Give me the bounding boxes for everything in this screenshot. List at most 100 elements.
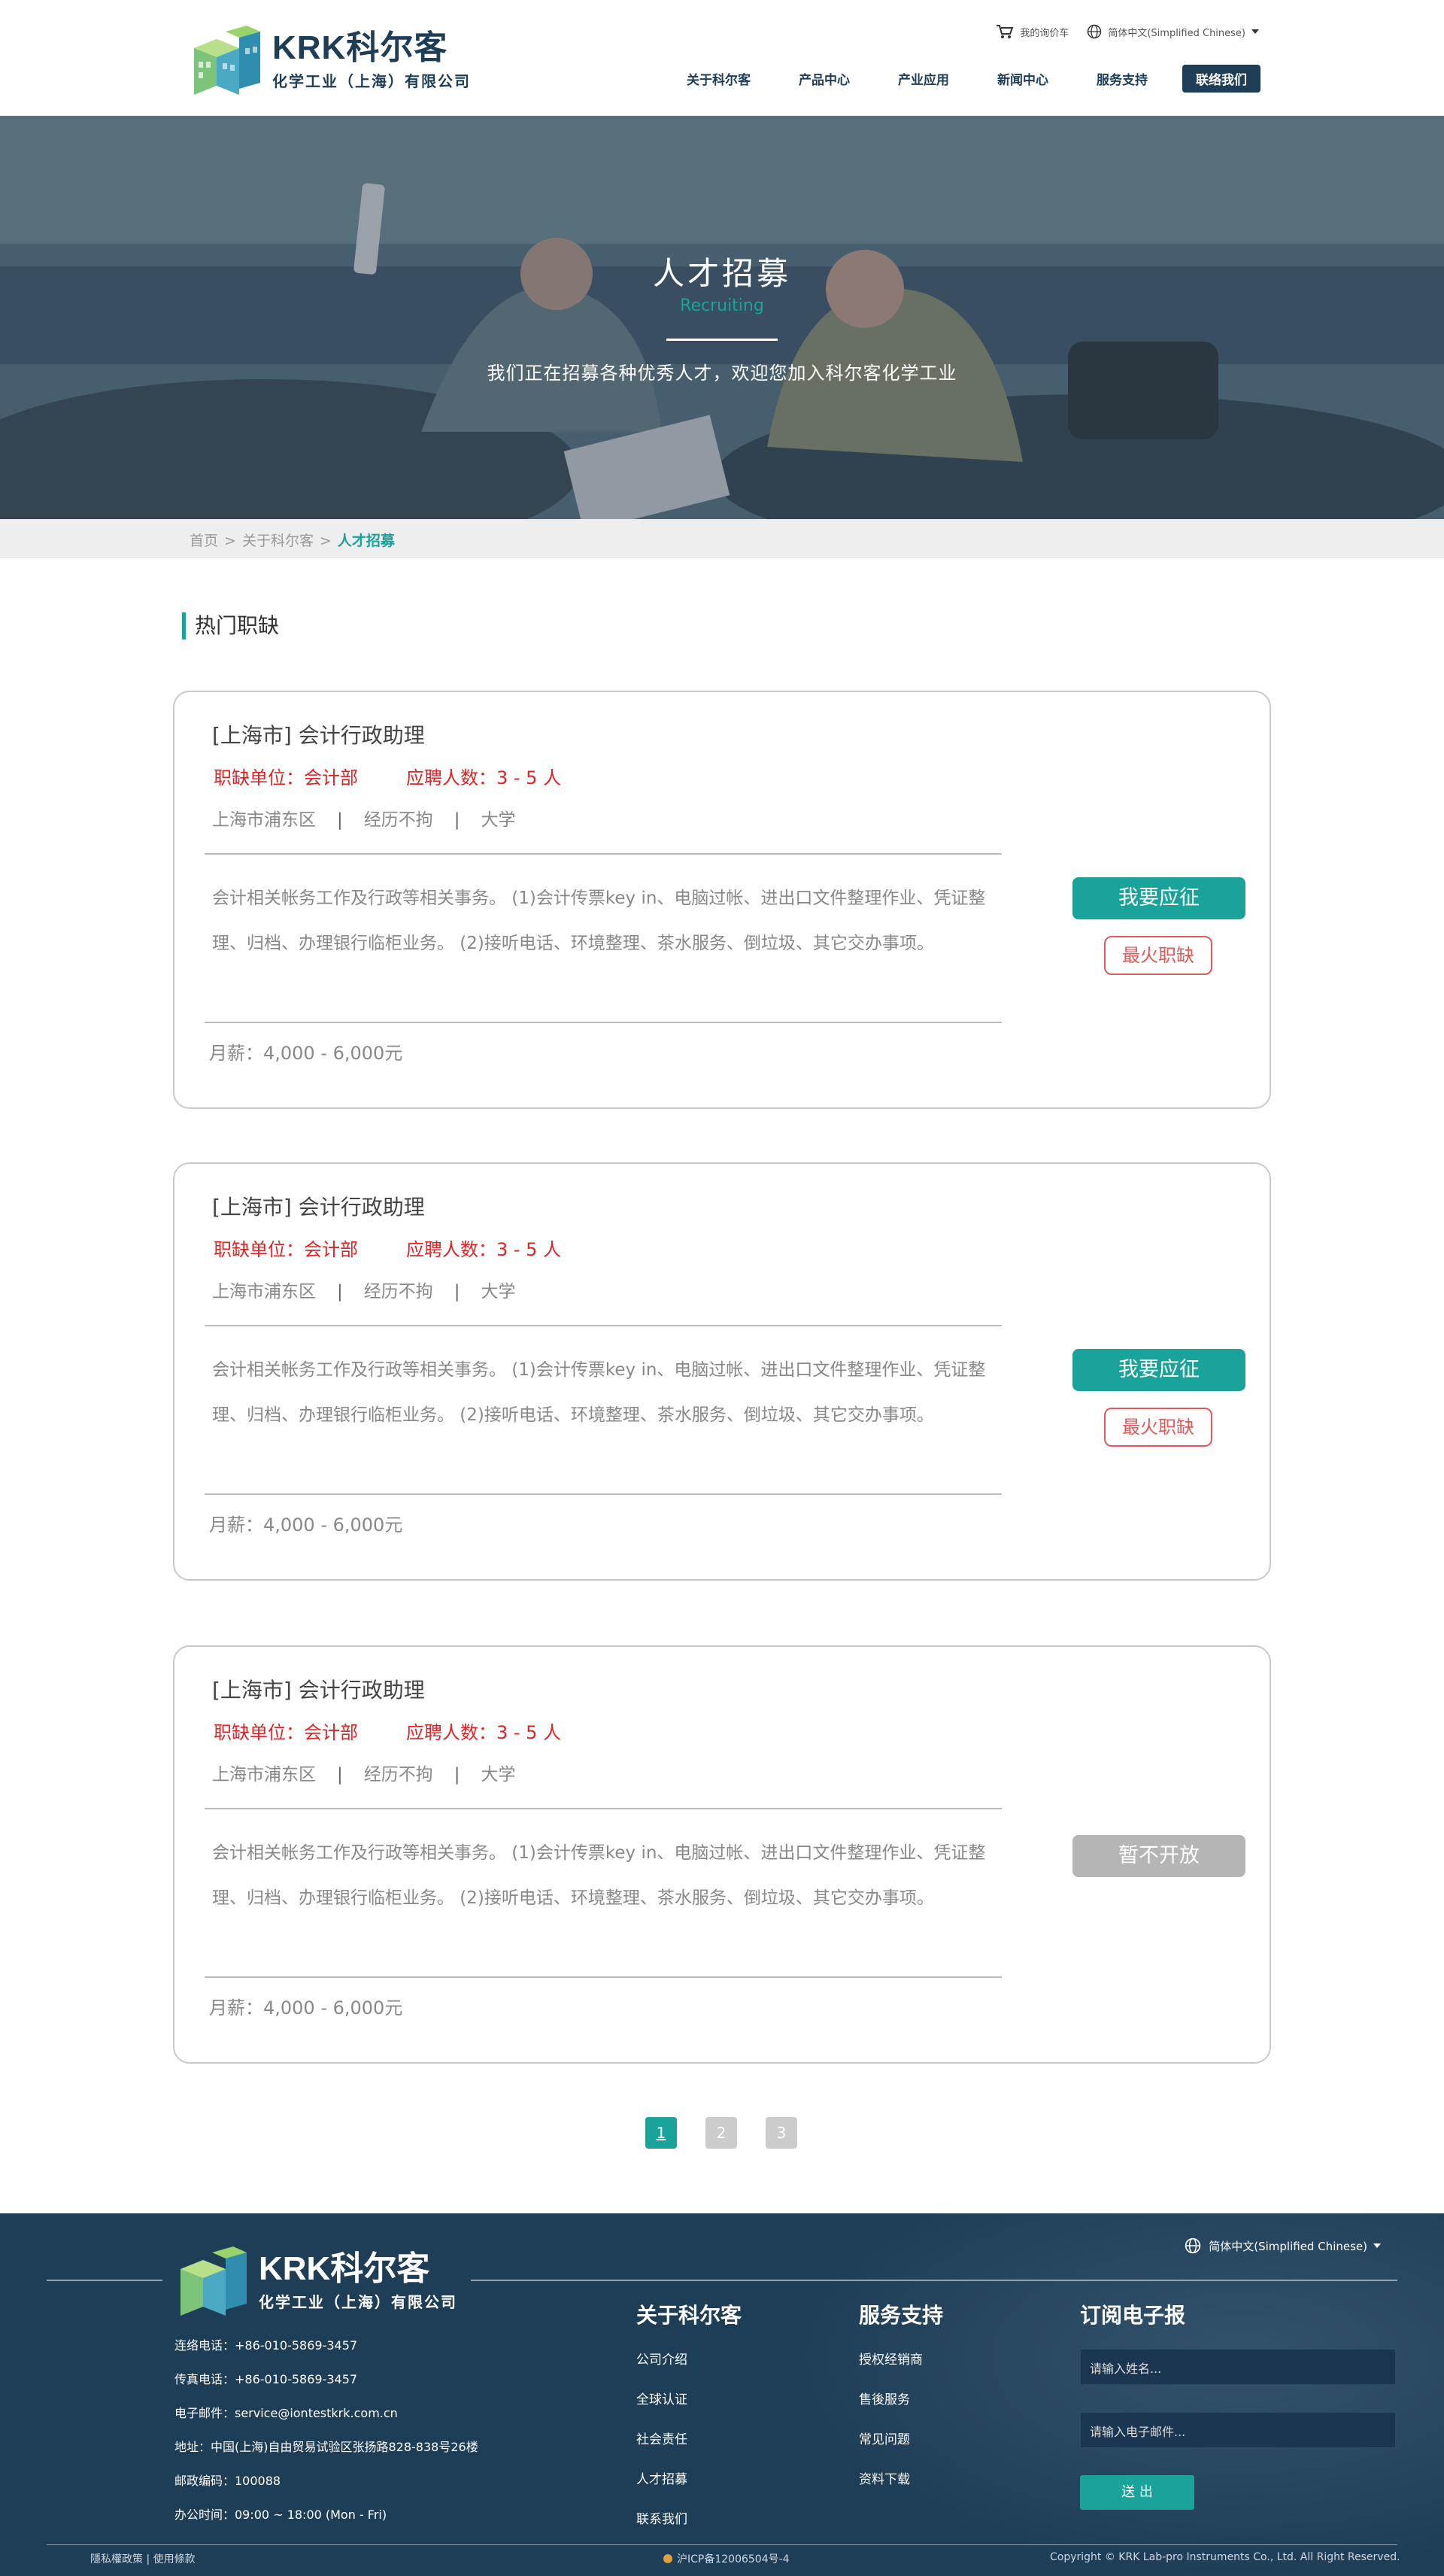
- hot-job-badge[interactable]: 最火职缺: [1104, 1408, 1212, 1447]
- footer-link-careers[interactable]: 人才招募: [636, 2468, 742, 2487]
- hero-description: 我们正在招募各种优秀人才，欢迎您加入科尔客化学工业: [487, 363, 957, 384]
- nav-item-industries[interactable]: 产业应用: [898, 69, 949, 88]
- divider: [205, 1022, 1002, 1023]
- privacy-terms-links[interactable]: 隱私權政策 | 使用條款: [90, 2551, 196, 2566]
- contact-office-hours: 办公时间：09:00 ~ 18:00 (Mon - Fri): [174, 2508, 387, 2522]
- footer-col-title: 订阅电子报: [1080, 2303, 1186, 2328]
- newsletter-name-input[interactable]: 请输入姓名...: [1080, 2349, 1396, 2385]
- job-headcount: 应聘人数：3 - 5 人: [406, 767, 562, 788]
- job-headcount: 应聘人数：3 - 5 人: [406, 1722, 562, 1743]
- cart-icon: [997, 25, 1014, 38]
- footer-link-contact[interactable]: 联系我们: [636, 2508, 742, 2527]
- site-footer: KRK科尔客 化学工业（上海）有限公司 简体中文(Simplified Chin…: [0, 2213, 1444, 2576]
- footer-link-csr[interactable]: 社会责任: [636, 2429, 742, 2447]
- chevron-down-icon: [1373, 2243, 1381, 2248]
- nav-item-news[interactable]: 新闻中心: [997, 69, 1048, 88]
- footer-language-selector[interactable]: 简体中文(Simplified Chinese): [1185, 2237, 1381, 2254]
- contact-fax: 传真电话：+86-010-5869-3457: [174, 2372, 358, 2386]
- job-education: 大学: [481, 1282, 516, 1302]
- job-title: [上海市] 会计行政助理: [212, 1678, 425, 1703]
- job-unit: 职缺单位：会计部: [214, 1722, 358, 1743]
- nav-item-support[interactable]: 服务支持: [1097, 69, 1148, 88]
- footer-link-certification[interactable]: 全球认证: [636, 2389, 742, 2407]
- job-unit: 职缺单位：会计部: [214, 1239, 358, 1260]
- job-experience: 经历不拘: [363, 1765, 433, 1785]
- job-title: [上海市] 会计行政助理: [212, 723, 425, 748]
- icp-license[interactable]: 沪ICP备12006504号-4: [663, 2551, 790, 2566]
- job-salary: 月薪：4,000 - 6,000元: [209, 1514, 403, 1536]
- contact-address: 地址：中国(上海)自由贸易试验区张扬路828-838号26楼: [174, 2440, 478, 2454]
- job-salary: 月薪：4,000 - 6,000元: [209, 1043, 403, 1064]
- footer-logo[interactable]: KRK科尔客 化学工业（上海）有限公司: [162, 2240, 471, 2323]
- divider: [47, 2544, 1397, 2545]
- job-description: 会计相关帐务工作及行政等相关事务。 (1)会计传票key in、电脑过帐、进出口…: [212, 1843, 986, 1908]
- logo-cube-icon: [180, 2246, 247, 2316]
- icp-label: 沪ICP备12006504号-4: [677, 2553, 790, 2565]
- main-nav: 关于科尔客 产品中心 产业应用 新闻中心 服务支持 联络我们: [687, 65, 1260, 93]
- job-title: [上海市] 会计行政助理: [212, 1195, 425, 1220]
- logo-company-name: 化学工业（上海）有限公司: [272, 71, 471, 90]
- divider: [205, 1325, 1002, 1326]
- job-salary: 月薪：4,000 - 6,000元: [209, 1997, 403, 2019]
- globe-icon: [1185, 2237, 1201, 2254]
- footer-col-about: 关于科尔客 公司介绍 全球认证 社会责任 人才招募 联系我们: [636, 2299, 742, 2548]
- nav-item-about[interactable]: 关于科尔客: [687, 69, 751, 88]
- job-education: 大学: [481, 810, 516, 830]
- hero-title: 人才招募: [652, 255, 791, 292]
- site-logo[interactable]: KRK科尔客 化学工业（上海）有限公司: [187, 26, 471, 96]
- footer-logo-wordmark: KRK科尔客: [259, 2249, 430, 2287]
- job-location: 上海市浦东区: [212, 1765, 316, 1785]
- hero-banner: 人才招募 Recruiting 我们正在招募各种优秀人才，欢迎您加入科尔客化学工…: [0, 116, 1444, 519]
- apply-button[interactable]: 我要应征: [1072, 1349, 1245, 1391]
- newsletter-submit-button[interactable]: 送 出: [1080, 2475, 1194, 2510]
- divider: [205, 1808, 1002, 1809]
- language-selector[interactable]: 简体中文(Simplified Chinese): [1087, 24, 1259, 39]
- chevron-down-icon: [1251, 29, 1259, 34]
- copyright: Copyright © KRK Lab-pro Instruments Co.,…: [1050, 2551, 1400, 2563]
- footer-link-downloads[interactable]: 资料下载: [859, 2468, 943, 2487]
- footer-link-dealers[interactable]: 授权经销商: [859, 2349, 943, 2368]
- hero-divider: [666, 339, 778, 341]
- footer-col-service: 服务支持 授权经销商 售後服务 常见问题 资料下载: [859, 2299, 943, 2508]
- inquiry-cart-link[interactable]: 我的询价车: [996, 24, 1069, 39]
- job-card: [上海市] 会计行政助理 职缺单位：会计部 应聘人数：3 - 5 人 上海市浦东区…: [173, 1645, 1271, 2064]
- newsletter-email-input[interactable]: 请输入电子邮件...: [1080, 2412, 1396, 2448]
- section-title: 热门职缺: [182, 612, 279, 639]
- job-card: [上海市] 会计行政助理 职缺单位：会计部 应聘人数：3 - 5 人 上海市浦东区…: [173, 691, 1271, 1109]
- job-unit: 职缺单位：会计部: [214, 767, 358, 788]
- logo-cube-icon: [187, 26, 262, 96]
- job-description: 会计相关帐务工作及行政等相关事务。 (1)会计传票key in、电脑过帐、进出口…: [212, 1360, 986, 1425]
- nav-item-products[interactable]: 产品中心: [799, 69, 850, 88]
- page-button-2[interactable]: 2: [705, 2117, 737, 2149]
- apply-button[interactable]: 我要应征: [1072, 877, 1245, 919]
- job-card: [上海市] 会计行政助理 职缺单位：会计部 应聘人数：3 - 5 人 上海市浦东区…: [173, 1162, 1271, 1581]
- footer-col-title: 关于科尔客: [636, 2303, 742, 2328]
- logo-wordmark: KRK科尔客: [272, 29, 448, 66]
- closed-button: 暂不开放: [1072, 1835, 1245, 1877]
- footer-link-after-sales[interactable]: 售後服务: [859, 2389, 943, 2407]
- page-button-3[interactable]: 3: [766, 2117, 797, 2149]
- pagination: 1 2 3: [645, 2117, 826, 2149]
- job-location: 上海市浦东区: [212, 810, 316, 830]
- page-button-1[interactable]: 1: [645, 2117, 677, 2149]
- job-headcount: 应聘人数：3 - 5 人: [406, 1239, 562, 1260]
- job-location: 上海市浦东区: [212, 1282, 316, 1302]
- divider: [205, 1493, 1002, 1495]
- contact-us-button[interactable]: 联络我们: [1182, 65, 1260, 93]
- contact-phone: 连络电话：+86-010-5869-3457: [174, 2338, 358, 2353]
- hot-job-badge[interactable]: 最火职缺: [1104, 936, 1212, 975]
- footer-logo-company-name: 化学工业（上海）有限公司: [259, 2292, 457, 2311]
- footer-col-newsletter: 订阅电子报 请输入姓名... 请输入电子邮件... 送 出: [1080, 2299, 1396, 2510]
- footer-link-faq[interactable]: 常见问题: [859, 2429, 943, 2447]
- cart-label: 我的询价车: [1020, 27, 1069, 39]
- footer-link-company[interactable]: 公司介绍: [636, 2349, 742, 2368]
- police-badge-icon: [663, 2554, 672, 2563]
- breadcrumb-about[interactable]: 关于科尔客: [242, 533, 314, 549]
- language-label: 简体中文(Simplified Chinese): [1108, 27, 1245, 39]
- footer-col-title: 服务支持: [859, 2303, 944, 2328]
- contact-email: 电子邮件：service@iontestkrk.com.cn: [174, 2406, 398, 2420]
- divider: [205, 853, 1002, 855]
- breadcrumb-home[interactable]: 首页: [190, 533, 218, 549]
- globe-icon: [1088, 24, 1102, 39]
- site-header: KRK科尔客 化学工业（上海）有限公司 我的询价车 简体中文(Simplifie…: [0, 0, 1444, 116]
